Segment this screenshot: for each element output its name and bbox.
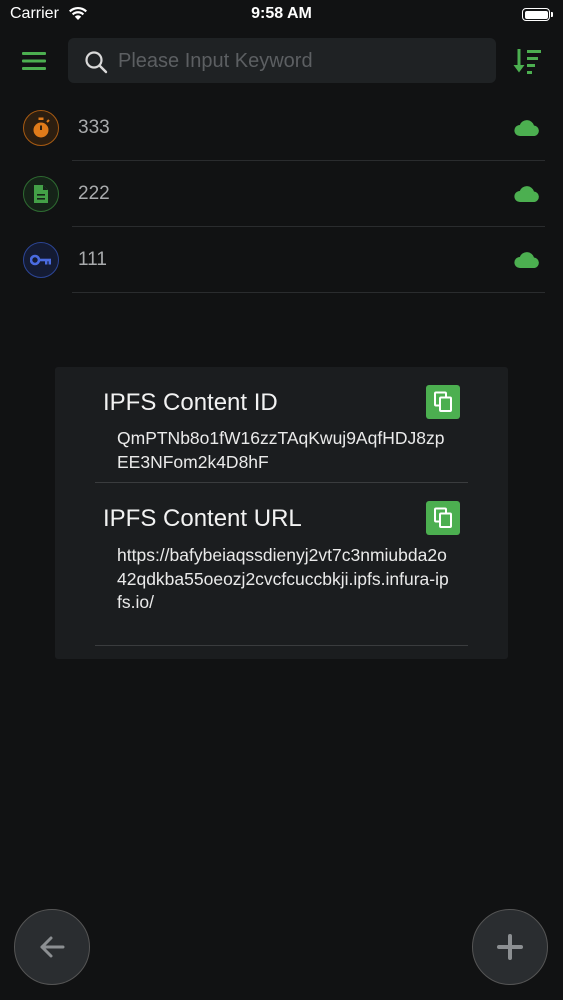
copy-icon [434,507,452,528]
item-label: 111 [78,249,107,270]
list-item[interactable]: 333 [0,95,563,161]
add-button[interactable] [472,909,548,985]
cloud-icon [514,119,540,142]
stopwatch-icon [23,110,59,146]
hamburger-icon [22,52,46,70]
plus-icon [497,934,523,960]
app-screen: Carrier 9:58 AM Please Input Keyword 333… [0,0,563,1000]
list-item[interactable]: 111 [0,227,563,293]
sort-icon [513,49,541,74]
copy-content-id-button[interactable] [426,385,460,419]
section-divider [95,645,468,646]
status-bar: Carrier 9:58 AM [0,0,563,30]
item-label: 222 [78,183,110,204]
menu-button[interactable] [20,48,48,74]
document-icon [23,176,59,212]
key-icon [23,242,59,278]
cloud-icon [514,185,540,208]
search-icon [84,50,108,79]
search-bar[interactable] [68,38,496,85]
content-url-title: IPFS Content URL [103,505,302,532]
content-id-title: IPFS Content ID [103,389,278,416]
search-input[interactable] [116,38,480,85]
section-divider [95,482,468,483]
clock: 9:58 AM [251,5,312,22]
item-label: 333 [78,117,110,138]
content-url-value: https://bafybeiaqssdienyj2vt7c3nmiubda2o… [117,545,449,612]
back-button[interactable] [14,909,90,985]
row-divider [72,292,545,293]
copy-icon [434,391,452,412]
ipfs-info-dialog: IPFS Content ID QmPTNb8o1fW16zzTAqKwuj9A… [55,367,508,659]
arrow-left-icon [40,936,65,958]
sort-button[interactable] [512,46,544,76]
battery-icon [522,8,553,21]
list-item[interactable]: 222 [0,161,563,227]
copy-content-url-button[interactable] [426,501,460,535]
content-id-value: QmPTNb8o1fW16zzTAqKwuj9AqfHDJ8zpEE3NFom2… [117,428,445,472]
cloud-icon [514,251,540,274]
